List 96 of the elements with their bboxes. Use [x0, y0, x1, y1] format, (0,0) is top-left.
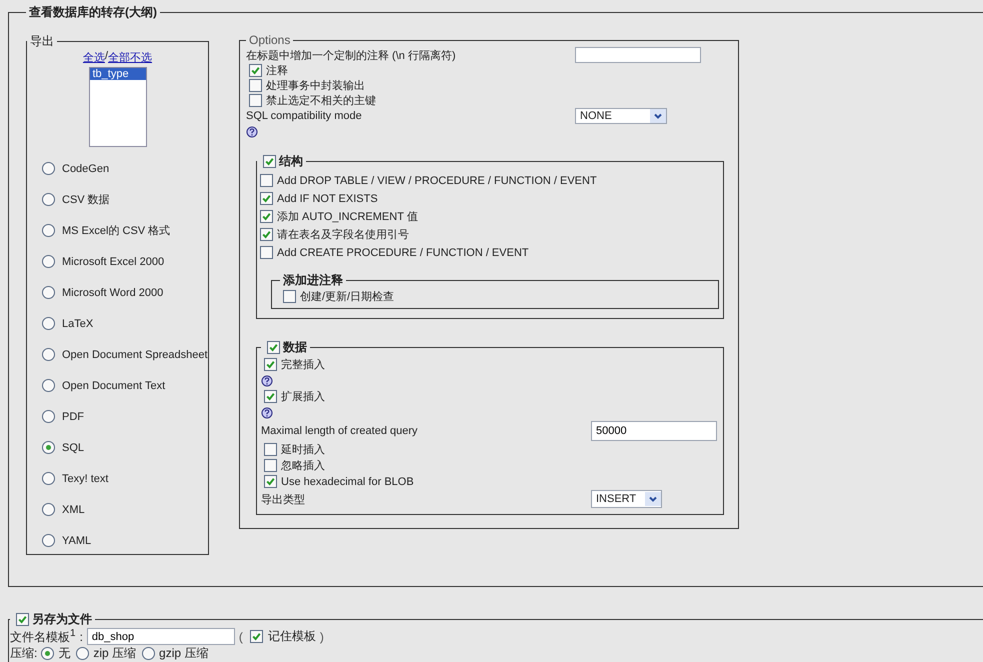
- compression-label: 压缩:: [10, 645, 38, 662]
- checkbox[interactable]: [249, 64, 262, 77]
- format-label: Open Document Spreadsheet: [62, 348, 208, 360]
- format-radio[interactable]: [42, 503, 55, 516]
- format-radio[interactable]: [42, 348, 55, 361]
- compression-option: gzip 压缩: [159, 645, 208, 662]
- format-label: Microsoft Word 2000: [62, 286, 164, 298]
- compression-option: zip 压缩: [93, 645, 136, 662]
- field-label: 导出类型: [261, 492, 306, 506]
- options-title: Options: [248, 33, 292, 47]
- separator: /: [104, 50, 108, 62]
- parenthesis: (: [238, 630, 243, 644]
- checkbox[interactable]: [260, 246, 273, 259]
- format-label: Microsoft Excel 2000: [62, 256, 164, 268]
- format-radio[interactable]: [42, 255, 55, 268]
- format-radio[interactable]: [42, 410, 55, 423]
- checkbox-label: 处理事务中封装输出: [266, 79, 365, 93]
- data-title: 数据: [283, 339, 307, 356]
- checkbox-label: Use hexadecimal for BLOB: [281, 476, 414, 488]
- checkbox[interactable]: [264, 358, 277, 371]
- format-label: PDF: [62, 410, 84, 422]
- compression-radio[interactable]: [76, 647, 90, 660]
- checkbox-label: 请在表名及字段名使用引号: [277, 228, 409, 242]
- format-label: YAML: [62, 534, 92, 546]
- select-all-link[interactable]: 全选: [82, 50, 105, 65]
- checkbox-label: 创建/更新/日期检查: [300, 290, 394, 304]
- checkbox-label: 延时插入: [281, 443, 325, 457]
- compression-option: 无: [58, 645, 70, 662]
- help-icon[interactable]: [261, 407, 273, 419]
- checkbox-label: 完整插入: [281, 358, 325, 372]
- table-list[interactable]: tb_type: [88, 67, 146, 147]
- format-radio[interactable]: [42, 162, 55, 175]
- format-label: Texy! text: [62, 472, 108, 484]
- checkbox-label: Add IF NOT EXISTS: [277, 192, 378, 204]
- parenthesis: ): [320, 630, 324, 644]
- checkbox[interactable]: [283, 290, 296, 303]
- field-label: SQL compatibility mode: [246, 110, 363, 122]
- format-radio[interactable]: [42, 441, 55, 454]
- save-file-title: 另存为文件: [32, 611, 92, 628]
- format-label: SQL: [62, 442, 84, 454]
- checkbox-label: Add DROP TABLE / VIEW / PROCEDURE / FUNCTION / EVENT: [277, 174, 597, 186]
- input-field[interactable]: 50000: [591, 421, 717, 441]
- caret-icon[interactable]: [645, 492, 661, 506]
- checkbox-label: Add CREATE PROCEDURE / FUNCTION / EVENT: [277, 246, 529, 258]
- checkbox-label: 添加 AUTO_INCREMENT 值: [277, 210, 418, 224]
- checkbox[interactable]: [249, 94, 262, 107]
- checkbox[interactable]: [264, 390, 277, 403]
- checkbox[interactable]: [260, 210, 273, 223]
- checkbox[interactable]: [263, 155, 276, 168]
- format-label: MS Excel的 CSV 格式: [62, 224, 170, 238]
- format-label: CSV 数据: [62, 193, 110, 207]
- table-item[interactable]: tb_type: [90, 68, 146, 80]
- format-radio[interactable]: [42, 534, 55, 547]
- format-radio[interactable]: [42, 472, 55, 485]
- format-label: XML: [62, 504, 85, 516]
- select-none-link[interactable]: 全部不选: [108, 50, 152, 65]
- dropdown[interactable]: INSERT: [591, 490, 662, 508]
- checkbox[interactable]: [264, 459, 277, 472]
- checkbox[interactable]: [250, 630, 263, 643]
- structure-title: 结构: [279, 153, 303, 170]
- checkbox[interactable]: [260, 174, 273, 187]
- checkbox[interactable]: [264, 475, 277, 488]
- comments-title: 添加进注释: [282, 272, 344, 289]
- export-title: 导出: [29, 33, 55, 50]
- checkbox[interactable]: [264, 443, 277, 456]
- format-radio[interactable]: [42, 224, 55, 237]
- colon: :: [80, 630, 83, 644]
- format-label: LaTeX: [62, 318, 94, 330]
- field-label: 在标题中增加一个定制的注释 (\n 行隔离符): [246, 48, 457, 62]
- checkbox[interactable]: [249, 79, 262, 92]
- help-icon[interactable]: [261, 375, 273, 387]
- format-radio[interactable]: [42, 193, 55, 206]
- format-radio[interactable]: [42, 317, 55, 330]
- dropdown[interactable]: NONE: [575, 108, 667, 124]
- field-label: Maximal length of created query: [261, 425, 419, 437]
- checkbox-label: 记住模板: [268, 628, 316, 645]
- input-field[interactable]: [575, 47, 701, 63]
- checkbox-label: 扩展插入: [281, 390, 325, 404]
- checkbox-label: 禁止选定不相关的主键: [266, 94, 376, 108]
- caret-icon[interactable]: [650, 109, 666, 123]
- compression-radio[interactable]: [41, 647, 54, 660]
- help-icon[interactable]: [246, 126, 258, 138]
- checkbox[interactable]: [260, 192, 273, 205]
- filename-field[interactable]: db_shop: [86, 628, 235, 645]
- panel-title: 查看数据库的转存(大纲): [28, 4, 158, 21]
- checkbox-label: 忽略插入: [281, 459, 325, 473]
- filename-label: 文件名模板$^{1}$: [10, 628, 76, 646]
- format-label: Open Document Text: [62, 380, 166, 392]
- format-radio[interactable]: [42, 379, 55, 392]
- compression-radio[interactable]: [142, 647, 156, 660]
- checkbox[interactable]: [267, 341, 280, 354]
- checkbox[interactable]: [260, 228, 273, 241]
- checkbox-label: 注释: [266, 64, 288, 78]
- format-label: CodeGen: [62, 162, 110, 174]
- checkbox[interactable]: [16, 613, 29, 626]
- format-radio[interactable]: [42, 286, 55, 299]
